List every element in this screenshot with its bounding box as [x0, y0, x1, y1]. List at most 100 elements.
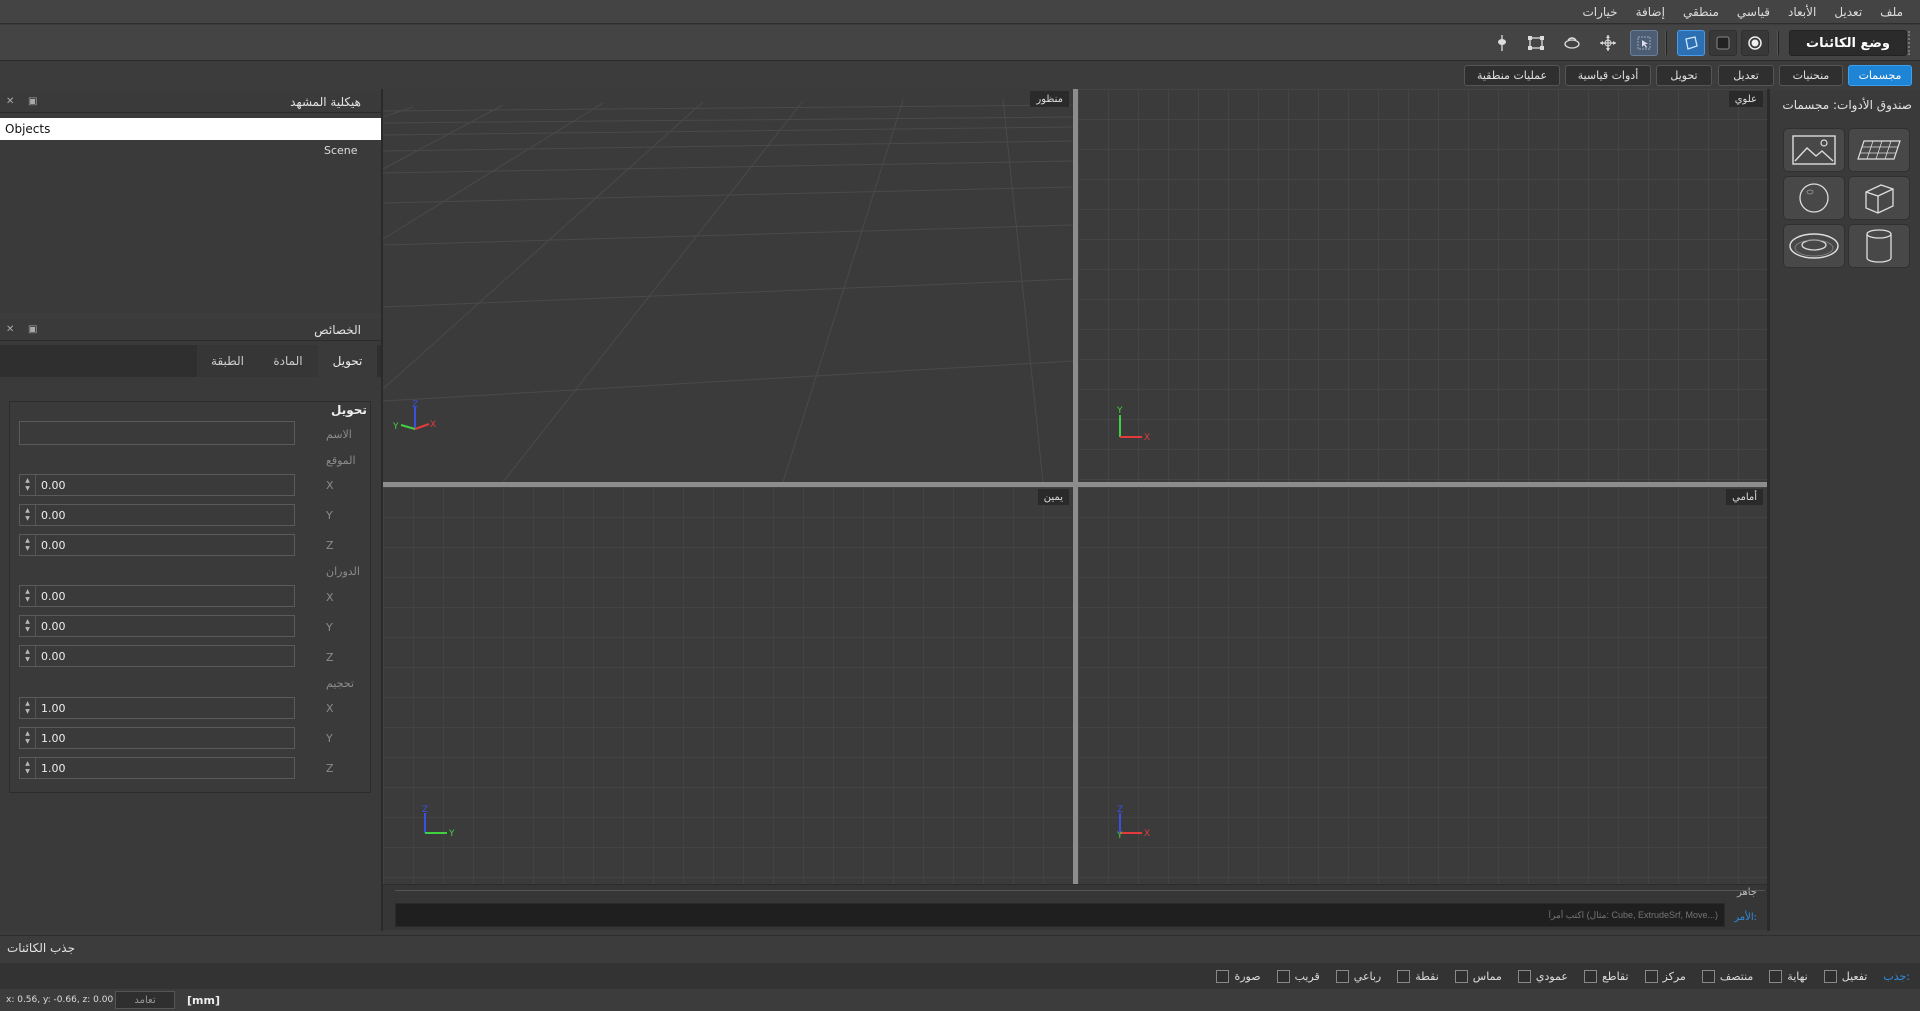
rotation-x-spinbox[interactable]: ▲ ▼ 0.00: [19, 585, 295, 607]
cylinder-icon: [1866, 229, 1892, 263]
checkbox[interactable]: [1517, 969, 1531, 983]
sphere-tool-button[interactable]: [1783, 176, 1845, 220]
torus-icon: [1789, 233, 1839, 259]
render-wireframe-button[interactable]: [1677, 30, 1705, 56]
menu-standard[interactable]: قياسي: [1728, 5, 1779, 19]
move-tool-button[interactable]: [1594, 30, 1622, 56]
rotation-x-label: X: [326, 591, 334, 604]
torus-tool-button[interactable]: [1783, 224, 1845, 268]
axis-gizmo-icon: Z Y X: [393, 400, 436, 432]
tab-transform-properties[interactable]: تحويل: [318, 345, 377, 377]
spin-arrows-icon[interactable]: ▲ ▼: [20, 535, 36, 555]
tab-modify[interactable]: تعديل: [1718, 65, 1774, 86]
menu-edit[interactable]: تعديل: [1825, 5, 1871, 19]
name-input[interactable]: [19, 421, 295, 445]
close-icon[interactable]: ✕: [6, 324, 14, 335]
tab-boolean-ops[interactable]: عمليات منطقية: [1464, 65, 1560, 86]
panel-splitter[interactable]: [1767, 89, 1770, 931]
snap-near[interactable]: قريب: [1276, 969, 1320, 983]
menu-add[interactable]: إضافة: [1627, 5, 1674, 19]
spin-arrows-icon[interactable]: ▲ ▼: [20, 616, 36, 636]
cube-tool-button[interactable]: [1848, 176, 1910, 220]
scale-tool-button[interactable]: [1522, 30, 1550, 56]
position-y-spinbox[interactable]: ▲ ▼ 0.00: [19, 504, 295, 526]
spin-arrows-icon[interactable]: ▲ ▼: [20, 698, 36, 718]
float-panel-icon[interactable]: ▣: [28, 324, 37, 335]
select-tool-button[interactable]: [1630, 30, 1658, 56]
render-flat-button[interactable]: [1709, 30, 1737, 56]
plane-tool-button[interactable]: [1848, 128, 1910, 172]
scene-hierarchy-panel: هيكلية المشهد ✕ ▣ Objects Scene: [0, 91, 381, 313]
snap-end[interactable]: نهاية: [1769, 969, 1808, 983]
position-x-spinbox[interactable]: ▲ ▼ 0.00: [19, 474, 295, 496]
cursor-coordinates: x: 0.56, y: -0.66, z: 0.00: [6, 995, 114, 1005]
checkbox[interactable]: [1583, 969, 1597, 983]
checkbox[interactable]: [1397, 969, 1411, 983]
checkbox[interactable]: [1701, 969, 1715, 983]
snap-quadrant[interactable]: رباعي: [1335, 969, 1381, 983]
tab-material[interactable]: المادة: [258, 345, 318, 377]
spin-arrows-icon[interactable]: ▲ ▼: [20, 728, 36, 748]
tab-curves[interactable]: منحنيات: [1779, 65, 1843, 86]
menu-file[interactable]: ملف: [1871, 5, 1912, 19]
tab-solids[interactable]: مجسمات: [1848, 65, 1912, 86]
viewport-top[interactable]: علوي Y X: [1078, 89, 1767, 482]
viewport-right[interactable]: يمين Z Y: [383, 487, 1073, 884]
checkbox[interactable]: [1644, 969, 1658, 983]
tree-item-objects[interactable]: Objects: [0, 118, 381, 140]
position-z-spinbox[interactable]: ▲ ▼ 0.00: [19, 534, 295, 556]
object-mode-button[interactable]: وضع الكائنات: [1789, 30, 1907, 56]
snap-midpoint[interactable]: منتصف: [1701, 969, 1753, 983]
menu-options[interactable]: خيارات: [1573, 5, 1626, 19]
checkbox[interactable]: [1216, 969, 1230, 983]
viewport-area: منظور Z Y X علوي Y X يمين Z Y أمامي Z X …: [383, 89, 1767, 884]
tab-layer[interactable]: الطبقة: [197, 345, 258, 377]
snap-intersection[interactable]: تقاطع: [1583, 969, 1629, 983]
checkbox[interactable]: [1454, 969, 1468, 983]
spin-arrows-icon[interactable]: ▲ ▼: [20, 505, 36, 525]
scale-z-spinbox[interactable]: ▲ ▼ 1.00: [19, 757, 295, 779]
render-solid-button[interactable]: [1741, 30, 1769, 56]
flat-shading-icon: [1716, 36, 1730, 50]
snap-center[interactable]: مركز: [1644, 969, 1686, 983]
menu-dimensions[interactable]: الأبعاد: [1779, 5, 1825, 19]
tab-transform[interactable]: تحويل: [1656, 65, 1712, 86]
snap-enable[interactable]: تفعيل: [1823, 969, 1868, 983]
float-panel-icon[interactable]: ▣: [28, 96, 37, 107]
snap-perpendicular[interactable]: عمودي: [1517, 969, 1568, 983]
checkbox[interactable]: [1335, 969, 1349, 983]
snap-tangent[interactable]: مماس: [1454, 969, 1502, 983]
menu-boolean[interactable]: منطقي: [1674, 5, 1728, 19]
tree-item-scene[interactable]: Scene: [324, 144, 358, 157]
position-label: الموقع: [326, 454, 356, 467]
snap-image[interactable]: صورة: [1216, 969, 1261, 983]
spin-arrows-icon[interactable]: ▲ ▼: [20, 475, 36, 495]
close-icon[interactable]: ✕: [6, 96, 14, 107]
snap-image-label: صورة: [1234, 969, 1261, 983]
scale-x-spinbox[interactable]: ▲ ▼ 1.00: [19, 697, 295, 719]
rotate-tool-button[interactable]: [1558, 30, 1586, 56]
spin-arrows-icon[interactable]: ▲ ▼: [20, 586, 36, 606]
toolbar-grip[interactable]: [1908, 31, 1910, 55]
rotation-y-value: 0.00: [41, 619, 66, 633]
image-tool-button[interactable]: [1783, 128, 1845, 172]
viewport-perspective[interactable]: منظور Z Y X: [383, 89, 1073, 482]
pin-tool-button[interactable]: [1488, 30, 1516, 56]
snap-point[interactable]: نقطة: [1397, 969, 1439, 983]
spin-arrows-icon[interactable]: ▲ ▼: [20, 758, 36, 778]
snap-enable-label: تفعيل: [1841, 969, 1868, 983]
checkbox[interactable]: [1276, 969, 1290, 983]
rotation-z-spinbox[interactable]: ▲ ▼ 0.00: [19, 645, 295, 667]
cylinder-tool-button[interactable]: [1848, 224, 1910, 268]
viewport-front[interactable]: أمامي Z X Y: [1078, 487, 1767, 884]
scale-y-spinbox[interactable]: ▲ ▼ 1.00: [19, 727, 295, 749]
spin-arrows-icon[interactable]: ▲ ▼: [20, 646, 36, 666]
checkbox[interactable]: [1769, 969, 1783, 983]
tab-measure-tools[interactable]: أدوات قياسية: [1565, 65, 1651, 86]
command-input[interactable]: [395, 903, 1725, 927]
axis-y-label: Y: [1116, 831, 1123, 841]
rotation-x-value: 0.00: [41, 589, 66, 603]
checkbox[interactable]: [1823, 969, 1837, 983]
rotation-y-spinbox[interactable]: ▲ ▼ 0.00: [19, 615, 295, 637]
ortho-toggle-button[interactable]: تعامد: [115, 991, 175, 1009]
